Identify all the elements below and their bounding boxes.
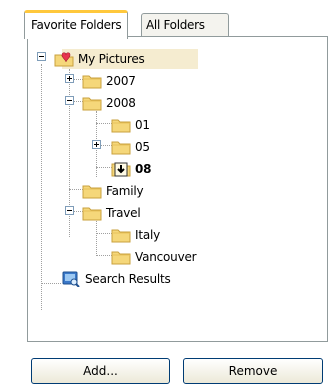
expand-icon[interactable] [65,74,74,83]
tree-line [69,189,83,190]
remove-button[interactable]: Remove [183,358,323,384]
tree-item-label: Vancouver [135,250,197,264]
tree-item-italy[interactable]: Italy [111,225,160,245]
tree-item-label: 2007 [106,74,136,88]
collapse-icon[interactable] [65,206,74,215]
add-button[interactable]: Add... [31,358,170,384]
folder-icon [82,207,102,221]
tree-line [41,64,42,310]
tree-item-05[interactable]: 05 [111,137,150,157]
import-folder-icon [111,162,131,177]
collapse-icon[interactable] [65,96,74,105]
tab-favorite-folders[interactable]: Favorite Folders [24,10,129,39]
tree-item-label: Italy [135,228,161,242]
tree-item-label: Family [106,184,144,198]
tab-all-folders[interactable]: All Folders [141,13,229,36]
folder-tree: My Pictures 2007 2008 01 05 08 Family Tr… [28,37,327,341]
tree-item-label: My Pictures [78,52,145,66]
tree-item-label: Travel [106,206,141,220]
tree-item-label: 01 [135,118,150,132]
folder-icon [82,97,102,111]
expand-icon[interactable] [92,140,101,149]
folder-icon [111,229,131,243]
tree-item-08[interactable]: 08 [111,159,152,179]
tree-item-01[interactable]: 01 [111,115,150,135]
folder-tabs: All Folders Favorite Folders [0,0,335,39]
folder-icon [111,251,131,265]
folder-icon [82,75,102,89]
tree-item-2007[interactable]: 2007 [82,71,136,91]
folder-tree-panel: My Pictures 2007 2008 01 05 08 Family Tr… [27,36,328,342]
folder-icon [82,185,102,199]
tree-line [96,221,97,256]
tree-item-family[interactable]: Family [82,181,144,201]
tree-item-vancouver[interactable]: Vancouver [111,247,197,267]
tree-item-label: 05 [135,140,150,154]
heart-folder-icon [54,52,74,67]
tree-item-label: 08 [135,162,152,176]
tree-item-2008[interactable]: 2008 [82,93,136,113]
tree-item-travel[interactable]: Travel [82,203,141,223]
collapse-icon[interactable] [37,52,46,61]
tree-item-label: Search Results [85,272,171,286]
tree-line [41,283,61,284]
folder-icon [111,119,131,133]
folder-icon [111,141,131,155]
tree-item-label: 2008 [106,96,136,110]
tree-item-my-pictures[interactable]: My Pictures [54,49,145,69]
tree-item-search-results[interactable]: Search Results [61,269,171,289]
search-results-icon [62,271,80,287]
